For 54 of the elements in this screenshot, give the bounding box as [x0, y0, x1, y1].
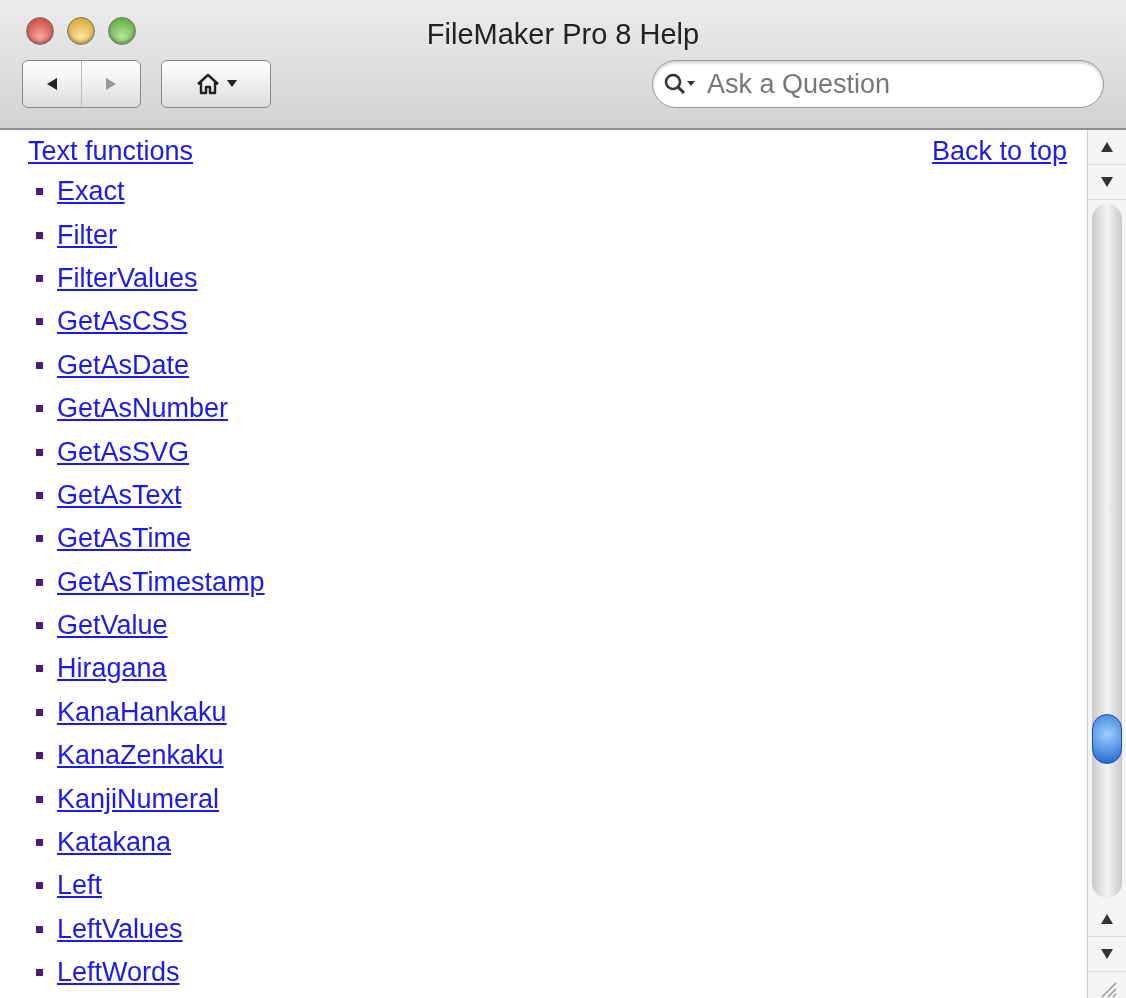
- bullet-icon: [36, 578, 43, 586]
- function-link[interactable]: KanaZenkaku: [57, 740, 224, 772]
- bullet-icon: [36, 882, 43, 890]
- bullet-icon: [36, 795, 43, 803]
- scroll-thumb[interactable]: [1092, 714, 1122, 764]
- function-link[interactable]: LeftWords: [57, 957, 180, 989]
- bullet-icon: [36, 361, 43, 369]
- function-link[interactable]: KanaHankaku: [57, 696, 227, 728]
- function-link[interactable]: FilterValues: [57, 262, 198, 294]
- down-arrow-icon: [1101, 949, 1113, 959]
- up-arrow-icon: [1101, 142, 1113, 152]
- bullet-icon: [36, 491, 43, 499]
- function-link[interactable]: Left: [57, 870, 103, 902]
- zoom-button[interactable]: [108, 17, 136, 45]
- bullet-icon: [36, 448, 43, 456]
- function-link[interactable]: KanjiNumeral: [57, 783, 220, 815]
- bullet-icon: [36, 665, 43, 673]
- function-link[interactable]: GetAsTimestamp: [57, 566, 265, 598]
- down-arrow-icon: [1101, 177, 1113, 187]
- bullet-icon: [36, 274, 43, 282]
- bullet-icon: [36, 969, 43, 977]
- bullet-icon: [36, 188, 43, 196]
- function-link[interactable]: GetAsCSS: [57, 306, 188, 338]
- up-arrow-icon: [1101, 914, 1113, 924]
- function-link[interactable]: Katakana: [57, 827, 172, 859]
- search-field[interactable]: Ask a Question: [652, 60, 1104, 108]
- window-title: FileMaker Pro 8 Help: [426, 18, 700, 51]
- section-link[interactable]: Text functions: [28, 135, 194, 167]
- bullet-icon: [36, 708, 43, 716]
- function-link[interactable]: GetAsDate: [57, 349, 190, 381]
- function-link[interactable]: GetAsSVG: [57, 436, 190, 468]
- bullet-icon: [36, 622, 43, 630]
- bullet-icon: [36, 925, 43, 933]
- function-link[interactable]: GetAsText: [57, 479, 182, 511]
- function-link[interactable]: GetAsTime: [57, 523, 192, 555]
- home-button[interactable]: [161, 60, 271, 108]
- function-link[interactable]: Exact: [57, 176, 125, 208]
- function-link[interactable]: Filter: [57, 219, 117, 251]
- bullet-icon: [36, 752, 43, 760]
- back-to-top-link[interactable]: Back to top: [931, 135, 1067, 167]
- bullet-icon: [36, 405, 43, 413]
- bullet-icon: [36, 839, 43, 847]
- bullet-icon: [36, 318, 43, 326]
- vertical-scrollbar[interactable]: [1087, 130, 1126, 998]
- bullet-icon: [36, 535, 43, 543]
- caret-icon: [227, 80, 237, 88]
- house-icon: [195, 72, 221, 96]
- close-button[interactable]: [26, 17, 54, 45]
- function-link[interactable]: GetValue: [57, 610, 168, 642]
- minimize-button[interactable]: [67, 17, 95, 45]
- function-link[interactable]: LeftValues: [57, 913, 183, 945]
- bullet-icon: [36, 231, 43, 239]
- function-link[interactable]: GetAsNumber: [57, 393, 229, 425]
- function-link[interactable]: Hiragana: [57, 653, 167, 685]
